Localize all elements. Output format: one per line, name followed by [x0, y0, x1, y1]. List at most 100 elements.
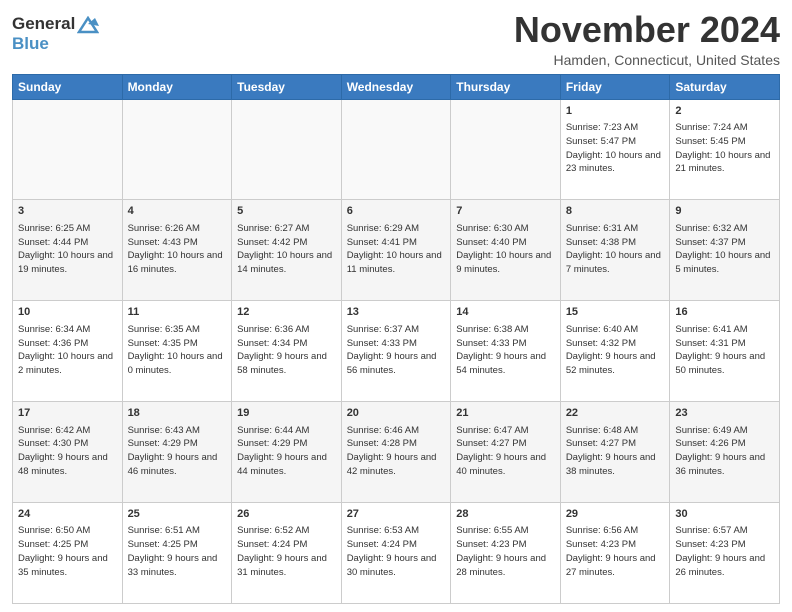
calendar-week-row: 3 Sunrise: 6:25 AM Sunset: 4:44 PM Daylig… [13, 200, 780, 301]
day-number: 14 [456, 305, 555, 320]
calendar-cell: 30 Sunrise: 6:57 AM Sunset: 4:23 PM Dayli… [670, 503, 780, 604]
col-tuesday: Tuesday [232, 74, 342, 99]
calendar-cell [122, 99, 232, 200]
day-info: Sunrise: 6:47 AM Sunset: 4:27 PM Dayligh… [456, 424, 555, 479]
day-info: Sunrise: 6:26 AM Sunset: 4:43 PM Dayligh… [128, 222, 227, 277]
day-number: 21 [456, 406, 555, 421]
calendar-cell: 12Sunrise: 6:36 AM Sunset: 4:34 PM Dayli… [232, 301, 342, 402]
day-info: Sunrise: 6:34 AM Sunset: 4:36 PM Dayligh… [18, 323, 117, 378]
day-number: 3 [18, 204, 117, 219]
col-monday: Monday [122, 74, 232, 99]
calendar-cell: 20Sunrise: 6:46 AM Sunset: 4:28 PM Dayli… [341, 402, 451, 503]
day-number: 18 [128, 406, 227, 421]
calendar-cell: 8Sunrise: 6:31 AM Sunset: 4:38 PM Daylig… [560, 200, 670, 301]
day-info: Sunrise: 6:57 AM Sunset: 4:23 PM Dayligh… [675, 524, 774, 579]
day-info: Sunrise: 6:40 AM Sunset: 4:32 PM Dayligh… [566, 323, 665, 378]
day-info: Sunrise: 6:43 AM Sunset: 4:29 PM Dayligh… [128, 424, 227, 479]
day-number: 15 [566, 305, 665, 320]
col-friday: Friday [560, 74, 670, 99]
calendar-cell: 22 Sunrise: 6:48 AM Sunset: 4:27 PM Dayli… [560, 402, 670, 503]
day-info: Sunrise: 6:37 AM Sunset: 4:33 PM Dayligh… [347, 323, 446, 378]
calendar-cell: 24Sunrise: 6:50 AM Sunset: 4:25 PM Dayli… [13, 503, 123, 604]
title-block: November 2024 Hamden, Connecticut, Unite… [514, 10, 780, 68]
day-info: Sunrise: 6:49 AM Sunset: 4:26 PM Dayligh… [675, 424, 774, 479]
day-number: 23 [675, 406, 774, 421]
day-info: Sunrise: 6:38 AM Sunset: 4:33 PM Dayligh… [456, 323, 555, 378]
day-info: Sunrise: 6:55 AM Sunset: 4:23 PM Dayligh… [456, 524, 555, 579]
calendar-cell: 28 Sunrise: 6:55 AM Sunset: 4:23 PM Dayli… [451, 503, 561, 604]
calendar-cell: 6 Sunrise: 6:29 AM Sunset: 4:41 PM Daylig… [341, 200, 451, 301]
day-info: Sunrise: 6:56 AM Sunset: 4:23 PM Dayligh… [566, 524, 665, 579]
day-number: 27 [347, 507, 446, 522]
calendar-cell: 7Sunrise: 6:30 AM Sunset: 4:40 PM Daylig… [451, 200, 561, 301]
calendar-cell [13, 99, 123, 200]
day-info: Sunrise: 6:25 AM Sunset: 4:44 PM Dayligh… [18, 222, 117, 277]
day-number: 19 [237, 406, 336, 421]
month-title: November 2024 [514, 10, 780, 50]
day-number: 2 [675, 104, 774, 119]
day-number: 5 [237, 204, 336, 219]
day-info: Sunrise: 6:53 AM Sunset: 4:24 PM Dayligh… [347, 524, 446, 579]
day-number: 11 [128, 305, 227, 320]
col-wednesday: Wednesday [341, 74, 451, 99]
day-number: 8 [566, 204, 665, 219]
calendar-cell [451, 99, 561, 200]
calendar-cell: 18 Sunrise: 6:43 AM Sunset: 4:29 PM Dayli… [122, 402, 232, 503]
day-info: Sunrise: 7:23 AM Sunset: 5:47 PM Dayligh… [566, 121, 665, 176]
day-number: 6 [347, 204, 446, 219]
day-number: 30 [675, 507, 774, 522]
day-number: 10 [18, 305, 117, 320]
calendar-cell: 13 Sunrise: 6:37 AM Sunset: 4:33 PM Dayli… [341, 301, 451, 402]
day-number: 1 [566, 104, 665, 119]
day-number: 29 [566, 507, 665, 522]
day-number: 22 [566, 406, 665, 421]
logo-text: General [12, 14, 99, 34]
day-info: Sunrise: 6:42 AM Sunset: 4:30 PM Dayligh… [18, 424, 117, 479]
day-info: Sunrise: 6:32 AM Sunset: 4:37 PM Dayligh… [675, 222, 774, 277]
day-info: Sunrise: 6:48 AM Sunset: 4:27 PM Dayligh… [566, 424, 665, 479]
calendar-cell: 27 Sunrise: 6:53 AM Sunset: 4:24 PM Dayli… [341, 503, 451, 604]
day-info: Sunrise: 6:36 AM Sunset: 4:34 PM Dayligh… [237, 323, 336, 378]
calendar-cell: 16 Sunrise: 6:41 AM Sunset: 4:31 PM Dayli… [670, 301, 780, 402]
col-thursday: Thursday [451, 74, 561, 99]
header: General Blue November 2024 Hamden, Conne… [12, 10, 780, 68]
calendar-cell: 17 Sunrise: 6:42 AM Sunset: 4:30 PM Dayli… [13, 402, 123, 503]
page: General Blue November 2024 Hamden, Conne… [0, 0, 792, 612]
calendar-week-row: 1 Sunrise: 7:23 AM Sunset: 5:47 PM Daylig… [13, 99, 780, 200]
day-info: Sunrise: 6:27 AM Sunset: 4:42 PM Dayligh… [237, 222, 336, 277]
day-number: 7 [456, 204, 555, 219]
day-number: 16 [675, 305, 774, 320]
day-info: Sunrise: 7:24 AM Sunset: 5:45 PM Dayligh… [675, 121, 774, 176]
calendar-week-row: 24Sunrise: 6:50 AM Sunset: 4:25 PM Dayli… [13, 503, 780, 604]
calendar-cell: 15 Sunrise: 6:40 AM Sunset: 4:32 PM Dayli… [560, 301, 670, 402]
day-number: 4 [128, 204, 227, 219]
day-info: Sunrise: 6:44 AM Sunset: 4:29 PM Dayligh… [237, 424, 336, 479]
day-info: Sunrise: 6:46 AM Sunset: 4:28 PM Dayligh… [347, 424, 446, 479]
calendar-cell: 26Sunrise: 6:52 AM Sunset: 4:24 PM Dayli… [232, 503, 342, 604]
day-number: 13 [347, 305, 446, 320]
day-number: 24 [18, 507, 117, 522]
day-number: 9 [675, 204, 774, 219]
day-info: Sunrise: 6:29 AM Sunset: 4:41 PM Dayligh… [347, 222, 446, 277]
logo-blue: Blue [12, 34, 99, 54]
calendar-cell [341, 99, 451, 200]
calendar-cell: 29 Sunrise: 6:56 AM Sunset: 4:23 PM Dayli… [560, 503, 670, 604]
calendar-cell: 23 Sunrise: 6:49 AM Sunset: 4:26 PM Dayli… [670, 402, 780, 503]
calendar-cell: 9 Sunrise: 6:32 AM Sunset: 4:37 PM Daylig… [670, 200, 780, 301]
calendar-week-row: 10 Sunrise: 6:34 AM Sunset: 4:36 PM Dayli… [13, 301, 780, 402]
calendar-cell: 19 Sunrise: 6:44 AM Sunset: 4:29 PM Dayli… [232, 402, 342, 503]
logo: General Blue [12, 14, 99, 53]
calendar-cell: 3 Sunrise: 6:25 AM Sunset: 4:44 PM Daylig… [13, 200, 123, 301]
calendar-table: Sunday Monday Tuesday Wednesday Thursday… [12, 74, 780, 604]
calendar-header-row: Sunday Monday Tuesday Wednesday Thursday… [13, 74, 780, 99]
subtitle: Hamden, Connecticut, United States [514, 52, 780, 68]
calendar-cell: 1 Sunrise: 7:23 AM Sunset: 5:47 PM Daylig… [560, 99, 670, 200]
day-number: 17 [18, 406, 117, 421]
calendar-cell: 25Sunrise: 6:51 AM Sunset: 4:25 PM Dayli… [122, 503, 232, 604]
col-saturday: Saturday [670, 74, 780, 99]
calendar-cell: 2 Sunrise: 7:24 AM Sunset: 5:45 PM Daylig… [670, 99, 780, 200]
day-number: 26 [237, 507, 336, 522]
calendar-cell: 11Sunrise: 6:35 AM Sunset: 4:35 PM Dayli… [122, 301, 232, 402]
day-info: Sunrise: 6:41 AM Sunset: 4:31 PM Dayligh… [675, 323, 774, 378]
day-number: 28 [456, 507, 555, 522]
